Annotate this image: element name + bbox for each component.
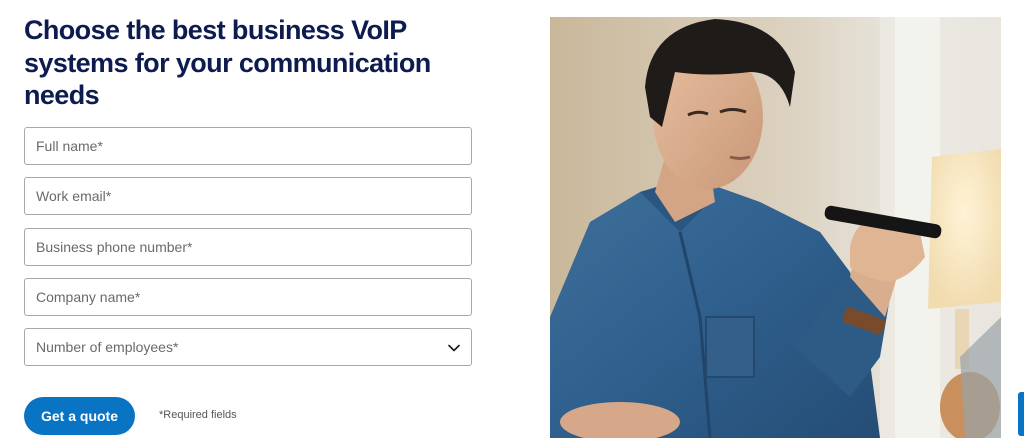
employees-select-value: Number of employees*: [36, 339, 179, 355]
hero-photo: [550, 17, 1001, 438]
required-fields-note: *Required fields: [159, 409, 237, 421]
side-feedback-tab[interactable]: [1018, 392, 1024, 436]
employees-select[interactable]: Number of employees*: [24, 328, 472, 366]
work-email-field-wrapper: [24, 177, 472, 215]
get-a-quote-button[interactable]: Get a quote: [24, 397, 135, 435]
work-email-field[interactable]: [25, 178, 471, 214]
phone-field-wrapper: [24, 228, 472, 266]
page-title: Choose the best business VoIP systems fo…: [24, 15, 431, 110]
hero-photo-illustration: [550, 17, 1001, 438]
full-name-field[interactable]: [25, 128, 471, 164]
full-name-field-wrapper: [24, 127, 472, 165]
business-phone-field[interactable]: [25, 229, 471, 265]
company-field-wrapper: [24, 278, 472, 316]
company-name-field[interactable]: [25, 279, 471, 315]
chevron-down-icon: [448, 344, 460, 352]
